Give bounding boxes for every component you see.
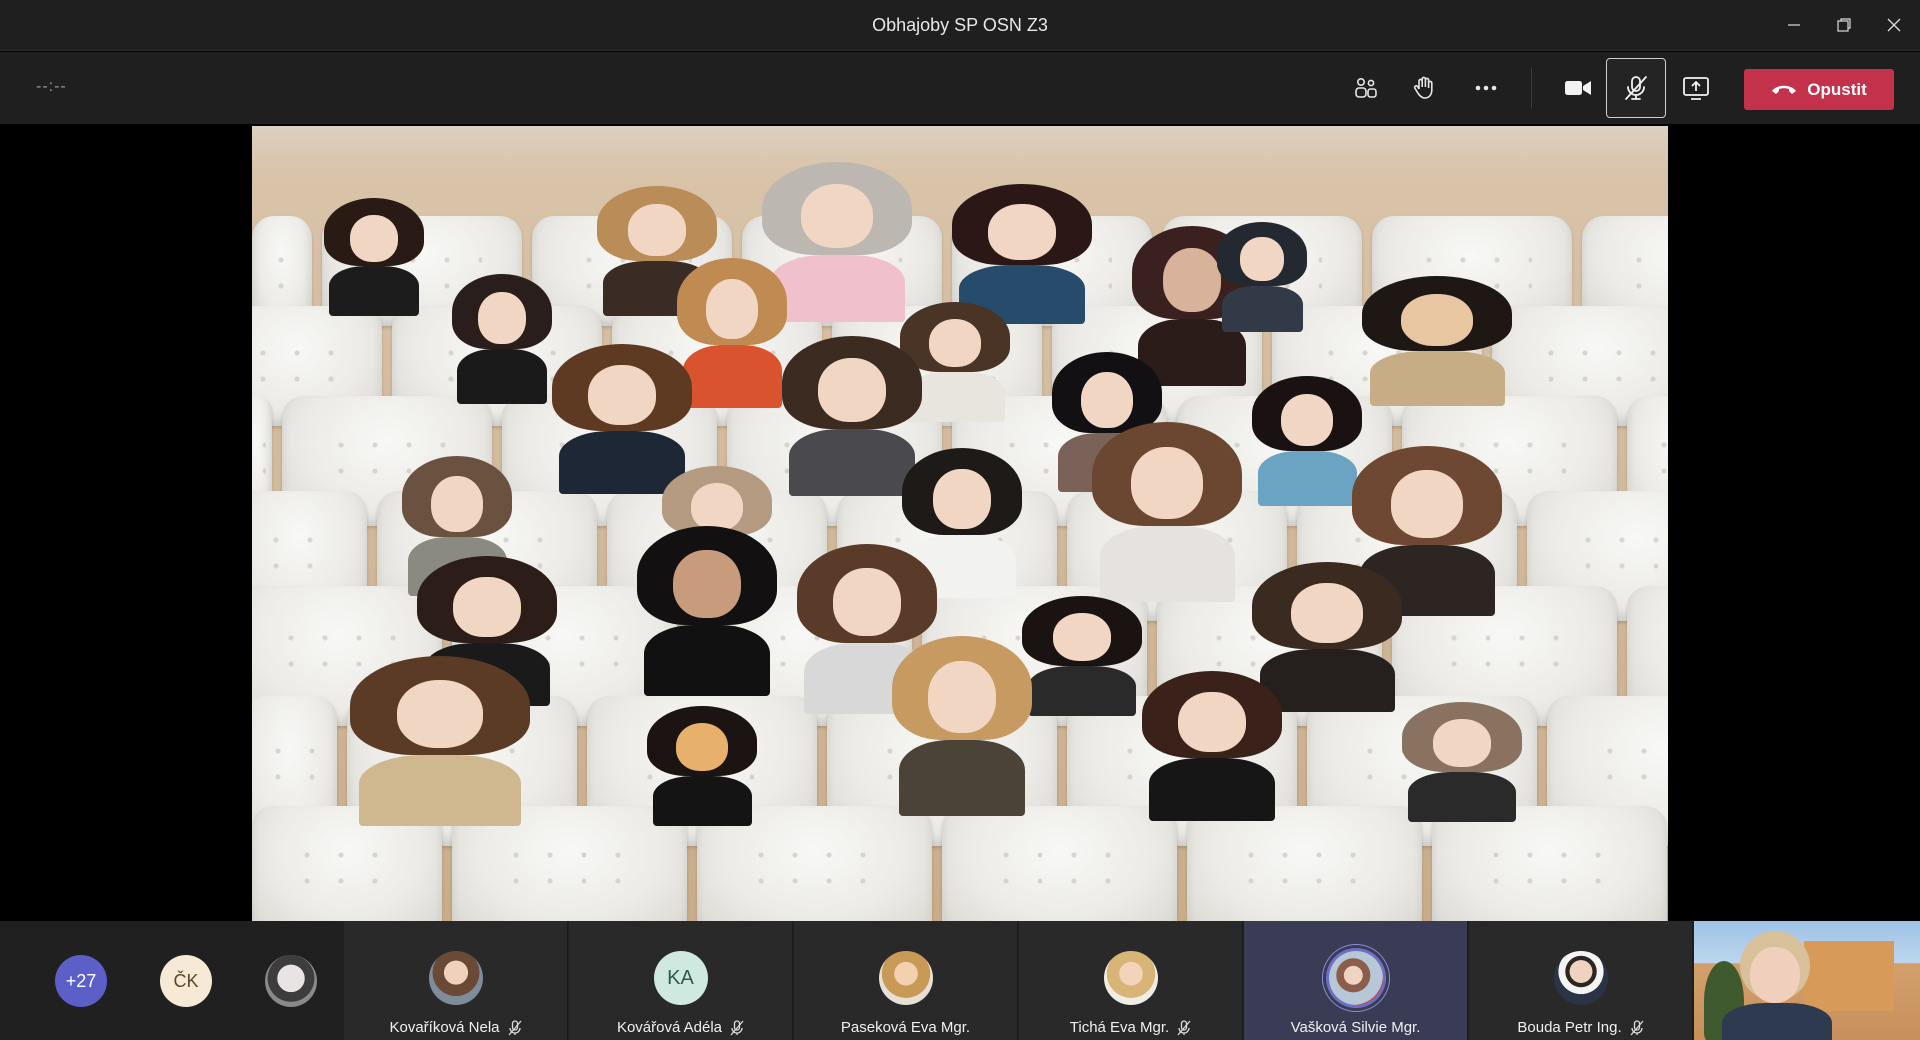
minimize-icon[interactable]: [1780, 12, 1808, 38]
participant-video: [1362, 276, 1512, 406]
overflow-participants-button[interactable]: +27: [55, 955, 107, 1007]
meeting-timer: --:--: [36, 78, 67, 95]
mic-muted-icon[interactable]: [1606, 58, 1666, 118]
close-icon[interactable]: [1880, 12, 1908, 38]
restore-icon[interactable]: [1830, 12, 1858, 38]
participant-video: [350, 656, 530, 826]
participant-tile[interactable]: Paseková Eva Mgr.: [794, 921, 1018, 1040]
participant-name: Kovaříková Nela: [389, 1019, 500, 1036]
participant-avatar: [878, 951, 933, 1005]
participant-photo-avatar[interactable]: [265, 955, 317, 1007]
share-screen-icon[interactable]: [1670, 62, 1722, 114]
participant-avatar: [428, 951, 483, 1005]
participant-name: Vašková Silvie Mgr.: [1290, 1019, 1421, 1036]
window-title: Obhajoby SP OSN Z3: [872, 15, 1048, 35]
participant-tile-speaking[interactable]: Vašková Silvie Mgr.: [1244, 921, 1468, 1040]
together-mode-stage: [252, 126, 1668, 921]
participant-avatar: [1328, 951, 1383, 1005]
raise-hand-icon[interactable]: [1398, 62, 1450, 114]
participant-tile[interactable]: Tichá Eva Mgr.: [1019, 921, 1243, 1040]
leave-label: Opustit: [1807, 79, 1867, 99]
participant-video: [324, 198, 424, 316]
participant-video: [1092, 422, 1242, 602]
camera-icon[interactable]: [1552, 62, 1604, 114]
hang-up-icon: [1772, 85, 1797, 94]
participant-tile[interactable]: Bouda Petr Ing.: [1469, 921, 1693, 1040]
participant-video: [1402, 702, 1522, 822]
meeting-toolbar: --:-- Opustit: [0, 52, 1920, 124]
participant-name: Kovářová Adéla: [616, 1019, 723, 1036]
title-bar: Obhajoby SP OSN Z3: [0, 0, 1920, 51]
self-view-video[interactable]: [1694, 921, 1920, 1040]
participant-video: [637, 526, 777, 696]
participant-name: Bouda Petr Ing.: [1517, 1019, 1622, 1036]
participant-tile[interactable]: Kovaříková Nela: [344, 921, 568, 1040]
participant-video: [677, 258, 787, 408]
participant-video: [1022, 596, 1142, 716]
mic-muted-icon: [1177, 1019, 1191, 1035]
mic-muted-icon: [730, 1019, 744, 1035]
participant-avatar: [1103, 951, 1158, 1005]
mic-muted-icon: [508, 1019, 522, 1035]
participant-name: Paseková Eva Mgr.: [840, 1019, 971, 1036]
participant-video: [1252, 376, 1362, 506]
mic-muted-icon: [1630, 1019, 1644, 1035]
more-options-icon[interactable]: [1460, 62, 1512, 114]
participant-video: [647, 706, 757, 826]
participant-video: [1217, 222, 1307, 332]
leave-button[interactable]: Opustit: [1744, 69, 1894, 110]
participant-video: [1142, 671, 1282, 821]
participant-video: [782, 336, 922, 496]
participant-name: Tichá Eva Mgr.: [1069, 1019, 1170, 1036]
participant-strip: +27 ČK Kovaříková Nela KA Kovářová Adéla…: [0, 921, 1920, 1040]
toolbar-divider: [1531, 68, 1532, 108]
participant-initials-avatar: KA: [653, 951, 708, 1005]
participant-avatar: [1553, 951, 1608, 1005]
participant-initials-avatar[interactable]: ČK: [160, 955, 212, 1007]
participant-video: [892, 636, 1032, 816]
participants-icon[interactable]: [1340, 62, 1392, 114]
participant-tile[interactable]: KA Kovářová Adéla: [569, 921, 793, 1040]
participant-video: [452, 274, 552, 404]
